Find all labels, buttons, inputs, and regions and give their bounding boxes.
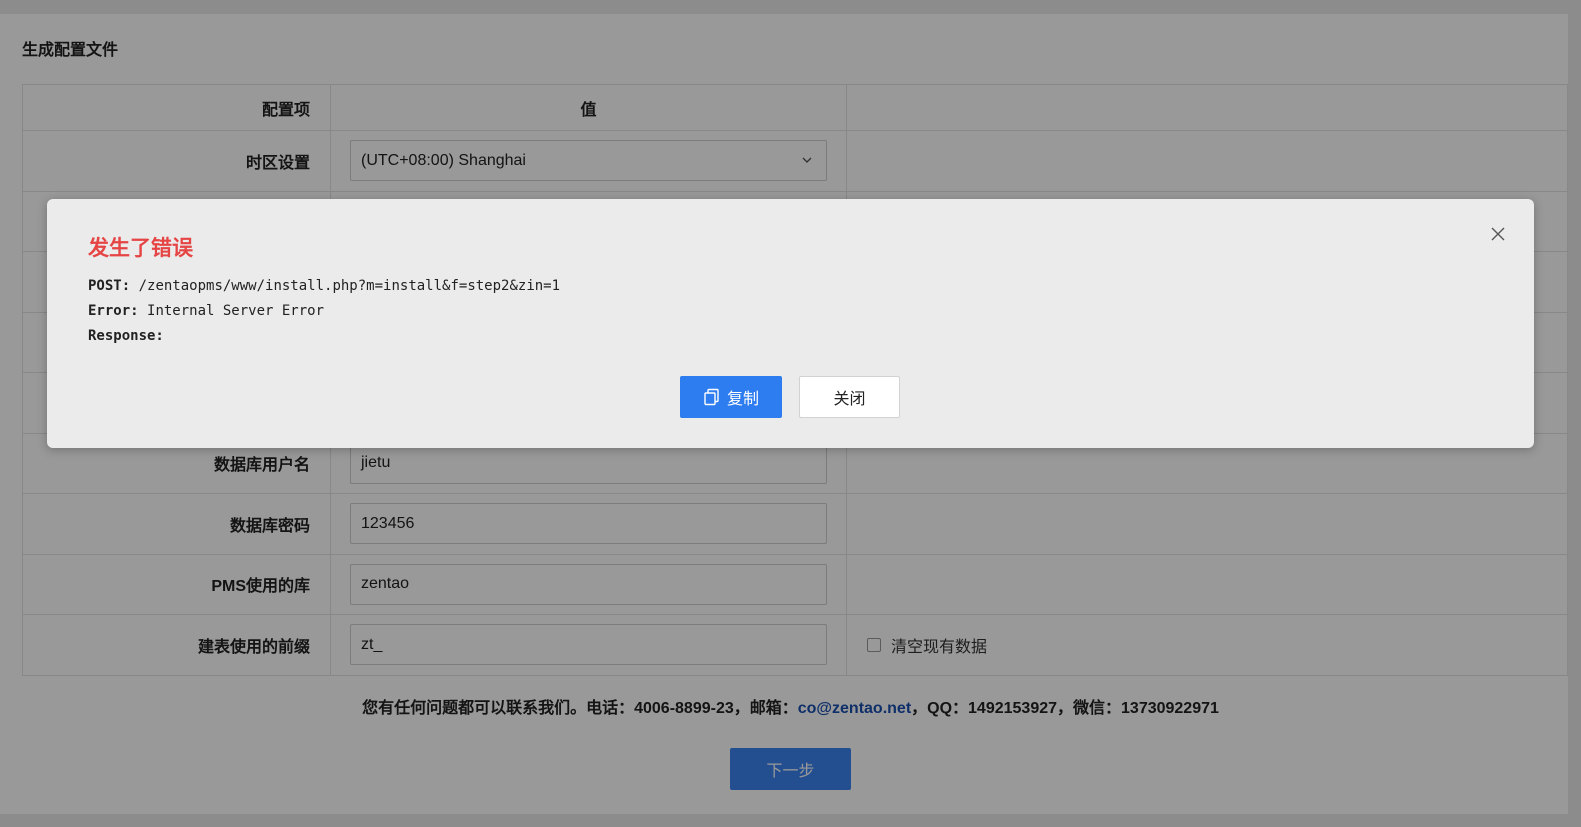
close-button[interactable]: 关闭 [799,376,900,418]
copy-button-label: 复制 [726,391,759,408]
error-line: Error: Internal Server Error [88,299,560,324]
close-icon[interactable] [1490,226,1506,242]
error-dialog: 发生了错误 POST: /zentaopms/www/install.php?m… [47,199,1534,448]
post-label: POST: [88,278,131,294]
post-line: POST: /zentaopms/www/install.php?m=insta… [88,274,560,299]
copy-button[interactable]: 复制 [680,376,782,418]
error-details: POST: /zentaopms/www/install.php?m=insta… [88,274,560,349]
post-value: /zentaopms/www/install.php?m=install&f=s… [138,278,561,294]
response-label: Response: [88,328,164,344]
dialog-title: 发生了错误 [88,237,193,260]
copy-icon [704,388,719,406]
error-label: Error: [88,303,139,319]
error-value: Internal Server Error [147,303,325,319]
response-line: Response: [88,324,560,349]
